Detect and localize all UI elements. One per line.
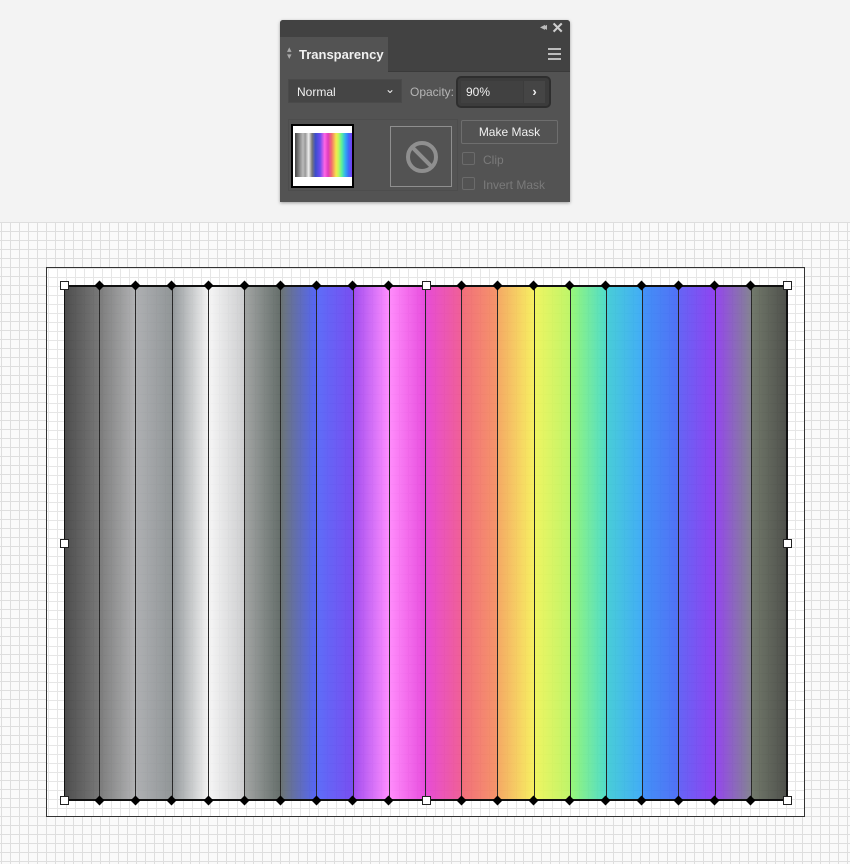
gradient-stripe[interactable]: [714, 285, 751, 800]
gradient-stripe[interactable]: [352, 285, 389, 800]
resize-handle[interactable]: [421, 281, 431, 290]
gradient-stripe[interactable]: [64, 285, 100, 800]
gradient-stripe[interactable]: [750, 285, 788, 800]
gradient-stripe[interactable]: [171, 285, 208, 800]
tab-transparency[interactable]: ▴ ▾ Transparency: [280, 37, 388, 72]
clip-checkbox[interactable]: [462, 152, 475, 165]
gradient-stripe[interactable]: [569, 285, 607, 800]
gradient-stripe[interactable]: [497, 285, 534, 800]
blend-mode-value: Normal: [297, 85, 336, 99]
gradient-stripe[interactable]: [99, 285, 136, 800]
resize-handle[interactable]: [783, 796, 792, 805]
resize-handle[interactable]: [783, 281, 792, 290]
gradient-stripe[interactable]: [642, 285, 679, 800]
panel-menu-icon[interactable]: [548, 48, 561, 63]
artwork-thumbnail[interactable]: [291, 124, 354, 188]
transparency-panel: ◂◂ ✕ ▴ ▾ Transparency Normal ⌄ Opacity: 9…: [280, 20, 570, 202]
gradient-stripe[interactable]: [461, 285, 498, 800]
clip-label: Clip: [483, 153, 504, 167]
resize-handle[interactable]: [60, 281, 69, 290]
gradient-stripe[interactable]: [606, 285, 643, 800]
panel-titlebar[interactable]: ◂◂ ✕: [280, 20, 570, 37]
gradient-stripe[interactable]: [280, 285, 317, 800]
opacity-slider-toggle-button[interactable]: ›: [524, 81, 545, 103]
gradient-stripe[interactable]: [316, 285, 353, 800]
resize-handle[interactable]: [60, 796, 69, 805]
resize-handle[interactable]: [60, 538, 69, 548]
tab-label: Transparency: [299, 47, 384, 62]
artwork-thumbnail-preview: [295, 133, 352, 177]
invert-mask-checkbox[interactable]: [462, 177, 475, 190]
gradient-stripe[interactable]: [135, 285, 172, 800]
gradient-stripes-group[interactable]: [64, 285, 788, 800]
close-icon[interactable]: ✕: [551, 20, 564, 37]
blend-mode-select[interactable]: Normal ⌄: [288, 79, 402, 103]
gradient-stripe[interactable]: [207, 285, 245, 800]
gradient-stripe[interactable]: [425, 285, 462, 800]
gradient-stripe[interactable]: [533, 285, 570, 800]
chevron-down-icon: ⌄: [384, 82, 395, 96]
resize-handle[interactable]: [421, 796, 431, 805]
resize-handle[interactable]: [783, 538, 792, 548]
gradient-stripe[interactable]: [244, 285, 281, 800]
opacity-input[interactable]: 90%: [461, 81, 523, 103]
gradient-stripe[interactable]: [388, 285, 426, 800]
tab-expand-arrows-icon[interactable]: ▴ ▾: [287, 45, 292, 61]
mask-thumbnail[interactable]: [390, 126, 452, 187]
collapse-panel-icon[interactable]: ◂◂: [540, 22, 547, 33]
gradient-stripe[interactable]: [678, 285, 715, 800]
make-mask-button[interactable]: Make Mask: [461, 120, 558, 144]
opacity-control: 90% ›: [456, 76, 551, 108]
panel-tab-strip: ▴ ▾ Transparency: [280, 37, 570, 72]
invert-mask-label: Invert Mask: [483, 178, 546, 192]
no-mask-icon: [406, 141, 438, 173]
opacity-label: Opacity:: [410, 85, 455, 99]
